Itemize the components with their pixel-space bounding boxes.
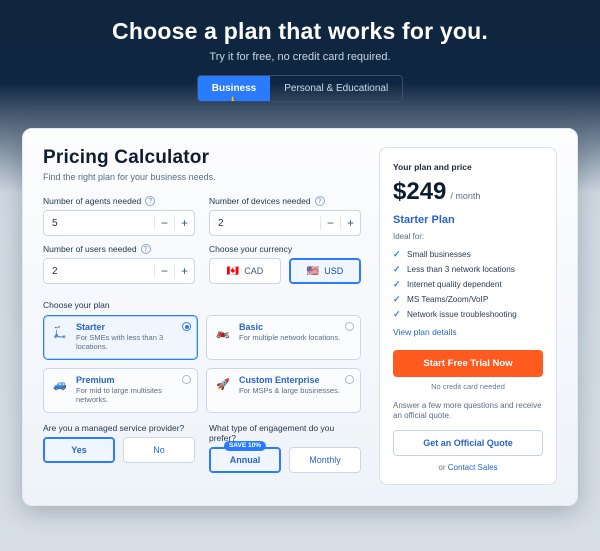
tab-personal[interactable]: Personal & Educational	[270, 76, 402, 101]
pricing-panel: Pricing Calculator Find the right plan f…	[22, 128, 578, 506]
hero-subtitle: Try it for free, no credit card required…	[0, 51, 600, 63]
msp-label: Are you a managed service provider?	[43, 423, 195, 433]
feature-item: Network issue troubleshooting	[393, 307, 543, 322]
price-amount-row: $249 / month	[393, 178, 543, 206]
save-badge: SAVE 10%	[224, 441, 266, 451]
users-stepper: − +	[43, 258, 195, 284]
start-trial-button[interactable]: Start Free Trial Now	[393, 350, 543, 377]
audience-tabs: Business 👆 Personal & Educational	[197, 75, 403, 102]
no-cc-note: No credit card needed	[393, 382, 543, 391]
help-icon[interactable]: ?	[145, 196, 155, 206]
radio-icon	[345, 322, 354, 331]
truck-icon: 🚙	[51, 376, 69, 394]
contact-sales-link[interactable]: Contact Sales	[448, 463, 498, 472]
users-label: Number of users needed ?	[43, 244, 195, 254]
users-plus[interactable]: +	[174, 264, 194, 278]
plan-custom[interactable]: 🚀 Custom Enterprise For MSPs & large bus…	[206, 368, 361, 413]
radio-icon	[182, 375, 191, 384]
currency-usd[interactable]: 🇺🇸 USD	[289, 258, 361, 284]
feature-list: Small businesses Less than 3 network loc…	[393, 247, 543, 322]
rocket-icon: 🚀	[214, 376, 232, 394]
devices-label: Number of devices needed ?	[209, 196, 361, 206]
agents-label: Number of agents needed ?	[43, 196, 195, 206]
price-period: / month	[450, 191, 480, 201]
feature-item: Small businesses	[393, 247, 543, 262]
engagement-annual[interactable]: SAVE 10% Annual	[209, 447, 281, 473]
feature-item: Less than 3 network locations	[393, 262, 543, 277]
calculator-title: Pricing Calculator	[43, 147, 361, 169]
devices-minus[interactable]: −	[320, 216, 340, 230]
cursor-icon: 👆	[227, 96, 242, 103]
engagement-label: What type of engagement do you prefer?	[209, 423, 361, 443]
radio-icon	[182, 322, 191, 331]
devices-input[interactable]	[210, 218, 320, 229]
price-card: Your plan and price $249 / month Starter…	[379, 147, 557, 485]
hero: Choose a plan that works for you. Try it…	[0, 0, 600, 114]
currency-cad[interactable]: 🇨🇦 CAD	[209, 258, 281, 284]
help-icon[interactable]: ?	[141, 244, 151, 254]
users-input[interactable]	[44, 266, 154, 277]
plan-basic[interactable]: 🏍️ Basic For multiple network locations.	[206, 315, 361, 360]
feature-item: Internet quality dependent	[393, 277, 543, 292]
calculator: Pricing Calculator Find the right plan f…	[43, 147, 361, 485]
agents-input[interactable]	[44, 218, 154, 229]
radio-icon	[345, 375, 354, 384]
price-amount: $249	[393, 178, 446, 206]
calculator-subtitle: Find the right plan for your business ne…	[43, 172, 361, 182]
users-minus[interactable]: −	[154, 264, 174, 278]
bike-icon: 🏍️	[214, 323, 232, 341]
help-icon[interactable]: ?	[315, 196, 325, 206]
flag-us-icon: 🇺🇸	[307, 266, 319, 277]
engagement-monthly[interactable]: Monthly	[289, 447, 361, 473]
flag-ca-icon: 🇨🇦	[227, 266, 239, 277]
get-quote-button[interactable]: Get an Official Quote	[393, 430, 543, 456]
price-header: Your plan and price	[393, 162, 543, 172]
view-plan-details-link[interactable]: View plan details	[393, 327, 457, 337]
currency-label: Choose your currency	[209, 244, 361, 254]
msp-yes[interactable]: Yes	[43, 437, 115, 463]
hero-title: Choose a plan that works for you.	[0, 18, 600, 45]
tab-business[interactable]: Business 👆	[198, 76, 270, 101]
agents-stepper: − +	[43, 210, 195, 236]
devices-plus[interactable]: +	[340, 216, 360, 230]
feature-item: MS Teams/Zoom/VoIP	[393, 292, 543, 307]
plan-starter[interactable]: 🛴 Starter For SMEs with less than 3 loca…	[43, 315, 198, 360]
agents-minus[interactable]: −	[154, 216, 174, 230]
plan-premium[interactable]: 🚙 Premium For mid to large multisites ne…	[43, 368, 198, 413]
quote-prompt: Answer a few more questions and receive …	[393, 401, 543, 422]
price-plan-name: Starter Plan	[393, 214, 543, 226]
or-contact: or Contact Sales	[393, 463, 543, 472]
agents-plus[interactable]: +	[174, 216, 194, 230]
devices-stepper: − +	[209, 210, 361, 236]
scooter-icon: 🛴	[51, 323, 69, 341]
plan-section-label: Choose your plan	[43, 300, 361, 310]
ideal-for-label: Ideal for:	[393, 232, 543, 241]
msp-no[interactable]: No	[123, 437, 195, 463]
